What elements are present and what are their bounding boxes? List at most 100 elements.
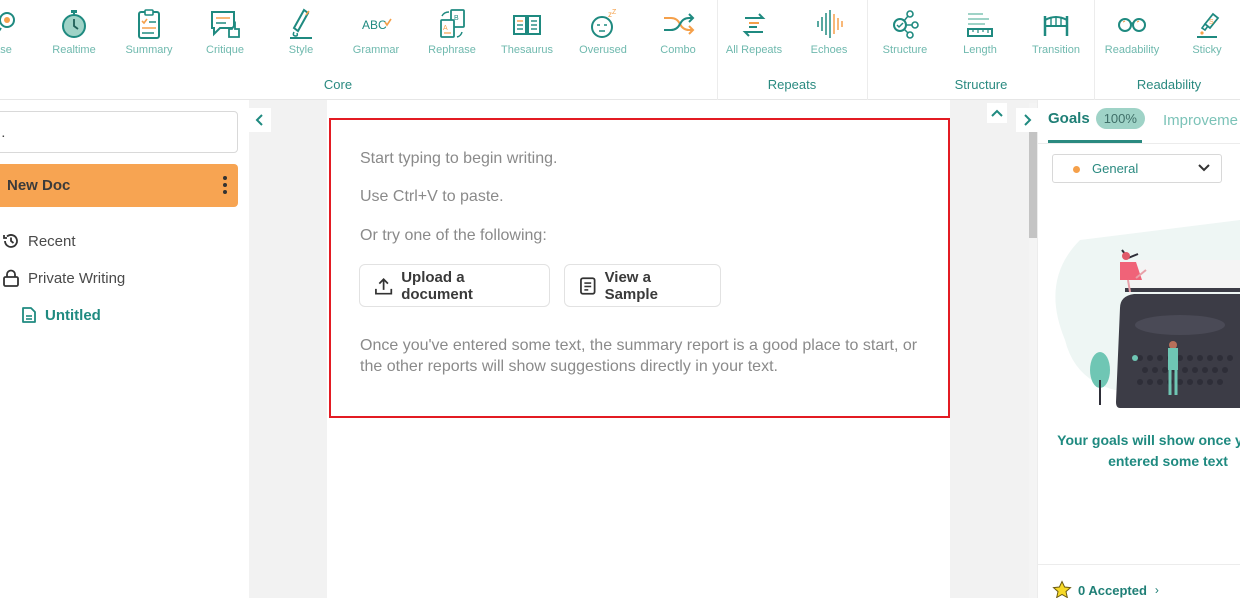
goal-type-select[interactable]: General xyxy=(1052,154,1222,183)
editor-scrollbar-thumb[interactable] xyxy=(1029,130,1037,238)
tool-critique[interactable]: Critique xyxy=(189,8,261,66)
toolbar-separator xyxy=(867,0,868,100)
report-toolbar: hase Realtime Summary Critique Style ABC… xyxy=(0,0,1240,100)
search-icon: ․ xyxy=(1,124,6,140)
abc-check-icon: ABC xyxy=(362,18,392,32)
star-icon xyxy=(1052,580,1072,598)
glasses-icon xyxy=(1118,18,1146,32)
tool-phrase[interactable]: hase xyxy=(0,8,36,66)
tool-label: Echoes xyxy=(810,44,848,56)
tool-summary[interactable]: Summary xyxy=(113,8,185,66)
sleepy-face-icon: zZ xyxy=(591,9,617,38)
panel-footer-divider xyxy=(1038,564,1240,565)
goals-score-badge: 100% xyxy=(1095,108,1145,129)
bridge-icon xyxy=(1043,16,1069,36)
stopwatch-icon xyxy=(62,10,86,38)
ruler-lines-icon xyxy=(967,13,993,37)
tool-label: Critique xyxy=(206,44,244,56)
sound-wave-icon xyxy=(817,10,843,38)
upload-document-label: Upload a document xyxy=(401,268,473,303)
typewriter-illustration xyxy=(1055,220,1240,408)
svg-text:ABC: ABC xyxy=(362,18,387,32)
tab-improvements[interactable]: Improveme xyxy=(1163,112,1238,129)
chevron-left-icon xyxy=(255,114,263,126)
hint-start-typing: Start typing to begin writing. xyxy=(360,150,558,167)
sidebar-item-label: Private Writing xyxy=(28,269,126,287)
group-label-core: Core xyxy=(323,77,353,92)
sidebar-item-recent[interactable]: Recent xyxy=(2,230,76,252)
sidebar-item-untitled[interactable]: Untitled xyxy=(21,304,101,326)
tool-grammar[interactable]: ABC Grammar xyxy=(340,8,412,66)
tool-label: Overused xyxy=(579,44,627,56)
lock-icon xyxy=(3,269,19,287)
search-input[interactable]: ․ xyxy=(0,111,238,153)
tool-thesaurus[interactable]: Thesaurus xyxy=(491,8,563,66)
document-icon xyxy=(22,307,36,323)
tool-readability[interactable]: Readability xyxy=(1096,8,1168,66)
rephrase-documents-icon: BA xyxy=(440,9,465,38)
sidebar-item-label: Untitled xyxy=(45,306,101,324)
more-options-icon[interactable] xyxy=(222,175,228,195)
tool-echoes[interactable]: Echoes xyxy=(793,8,865,66)
collapse-sidebar-button[interactable] xyxy=(249,108,271,132)
tool-label: Sticky xyxy=(1192,44,1222,56)
chevron-right-icon xyxy=(1024,114,1032,126)
group-label-repeats: Repeats xyxy=(767,77,817,92)
sidebar-item-label: Recent xyxy=(28,232,76,250)
tool-label: hase xyxy=(0,44,12,56)
hint-try-following: Or try one of the following: xyxy=(360,227,547,244)
tool-label: Length xyxy=(963,44,997,56)
empty-state-paragraph: Once you've entered some text, the summa… xyxy=(360,337,918,375)
tool-label: Thesaurus xyxy=(501,44,553,56)
new-doc-button[interactable]: New Doc xyxy=(0,164,238,207)
collapse-panel-button[interactable] xyxy=(1016,108,1038,132)
scroll-up-button[interactable] xyxy=(987,103,1007,123)
tool-transition[interactable]: Transition xyxy=(1020,8,1092,66)
app-root: hase Realtime Summary Critique Style ABC… xyxy=(0,0,1240,598)
new-doc-label: New Doc xyxy=(7,177,71,194)
tool-style[interactable]: Style xyxy=(265,8,337,66)
group-label-readability: Readability xyxy=(1136,77,1202,92)
tool-combo[interactable]: Combo xyxy=(642,8,714,66)
tool-label: Structure xyxy=(882,44,928,56)
goals-empty-message: Your goals will show once you've entered… xyxy=(1057,432,1240,469)
sidebar-item-private-writing[interactable]: Private Writing xyxy=(2,267,125,289)
repeat-arrows-icon xyxy=(742,13,766,37)
tool-realtime[interactable]: Realtime xyxy=(38,8,110,66)
upload-document-button[interactable]: Upload a document xyxy=(359,264,550,307)
view-sample-label: View a Sample xyxy=(604,268,658,303)
speech-thumbs-up-icon xyxy=(211,11,240,38)
accepted-suggestions-link[interactable]: 0 Accepted › xyxy=(1052,580,1159,598)
tool-rephrase[interactable]: BA Rephrase xyxy=(416,8,488,66)
svg-text:S: S xyxy=(1209,19,1214,26)
chevron-down-icon xyxy=(1198,164,1210,172)
view-sample-button[interactable]: View a Sample xyxy=(564,264,721,307)
group-label-structure: Structure xyxy=(954,77,1008,92)
svg-text:A: A xyxy=(443,25,448,32)
tool-label: Rephrase xyxy=(428,44,476,56)
tool-label: Style xyxy=(288,44,314,56)
svg-text:Z: Z xyxy=(612,9,617,16)
network-check-icon xyxy=(893,10,919,39)
tool-structure[interactable]: Structure xyxy=(869,8,941,66)
status-dot xyxy=(1073,166,1080,173)
chevron-right-icon: › xyxy=(1154,583,1159,597)
accepted-count: 0 Accepted xyxy=(1078,582,1147,598)
history-icon xyxy=(3,234,18,248)
document-sidebar: ․ New Doc Recent Private Writing Untitle… xyxy=(0,100,249,598)
tool-length[interactable]: Length xyxy=(944,8,1016,66)
tool-all-repeats[interactable]: All Repeats xyxy=(718,8,790,66)
tab-divider xyxy=(1038,143,1240,144)
tool-overused[interactable]: zZ Overused xyxy=(567,8,639,66)
tool-label: Grammar xyxy=(352,44,400,56)
hint-paste: Use Ctrl+V to paste. xyxy=(360,188,504,205)
glue-bottle-icon: S xyxy=(1197,12,1220,38)
tool-label: Readability xyxy=(1104,44,1160,56)
shuffle-icon xyxy=(664,13,695,35)
toolbar-separator xyxy=(1094,0,1095,100)
phrase-icon xyxy=(0,12,15,32)
tool-sticky[interactable]: S Sticky xyxy=(1171,8,1240,66)
open-book-icon xyxy=(513,15,541,35)
tab-goals[interactable]: Goals 100% xyxy=(1048,108,1145,129)
chevron-up-icon xyxy=(991,109,1003,117)
